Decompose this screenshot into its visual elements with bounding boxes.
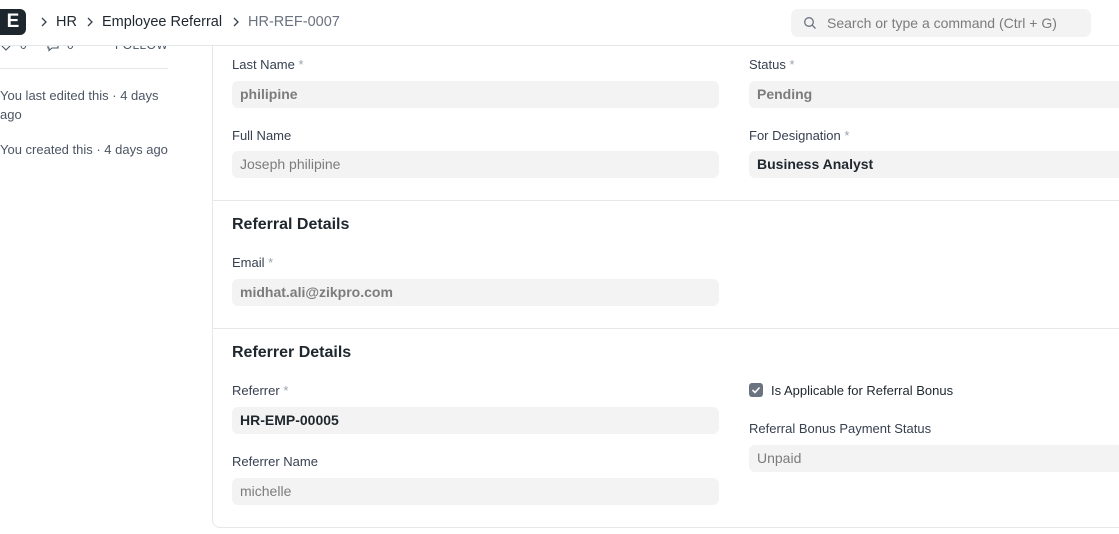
breadcrumb-employee-referral[interactable]: Employee Referral [102, 14, 222, 30]
email-label: Email * [232, 255, 274, 270]
for-designation-label: For Designation * [749, 128, 850, 143]
sidebar-divider [0, 68, 168, 69]
activity-created: You created this · 4 days ago [0, 142, 168, 157]
breadcrumb-current-doc[interactable]: HR-REF-0007 [248, 14, 340, 30]
full-name-label: Full Name [232, 128, 292, 143]
last-name-label: Last Name * [232, 57, 304, 72]
referrer-field[interactable]: HR-EMP-00005 [232, 407, 719, 434]
section-divider [213, 200, 1119, 201]
referrer-details-heading[interactable]: Referrer Details [232, 344, 351, 362]
search-placeholder: Search or type a command (Ctrl + G) [827, 15, 1057, 31]
referral-bonus-checkbox[interactable] [749, 383, 763, 397]
bonus-payment-status-label: Referral Bonus Payment Status [749, 421, 932, 436]
status-select[interactable]: Pending [749, 81, 1119, 108]
navbar: E HR Employee Referral HR-REF-0007 Searc… [0, 0, 1119, 46]
breadcrumb-hr[interactable]: HR [56, 14, 77, 30]
app-logo[interactable]: E [0, 9, 26, 35]
search-icon [804, 17, 816, 29]
referrer-name-label: Referrer Name [232, 454, 318, 469]
chevron-right-icon [233, 17, 239, 27]
referral-details-heading[interactable]: Referral Details [232, 216, 349, 234]
email-field[interactable]: midhat.ali@zikpro.com [232, 279, 719, 306]
bonus-payment-status-field[interactable]: Unpaid [749, 445, 1119, 472]
last-name-field[interactable]: philipine [232, 81, 719, 108]
checkmark-icon [751, 386, 761, 394]
referrer-label: Referrer * [232, 383, 289, 398]
chevron-right-icon [41, 17, 47, 27]
full-name-field[interactable]: Joseph philipine [232, 151, 719, 178]
search-bar[interactable]: Search or type a command (Ctrl + G) [791, 9, 1091, 37]
for-designation-field[interactable]: Business Analyst [749, 151, 1119, 178]
activity-last-edited: You last edited this · 4 days ago [0, 88, 159, 122]
section-divider [213, 328, 1119, 329]
chevron-right-icon [87, 17, 93, 27]
status-label: Status * [749, 57, 795, 72]
referrer-name-field[interactable]: michelle [232, 478, 719, 505]
referral-bonus-label[interactable]: Is Applicable for Referral Bonus [771, 383, 953, 398]
